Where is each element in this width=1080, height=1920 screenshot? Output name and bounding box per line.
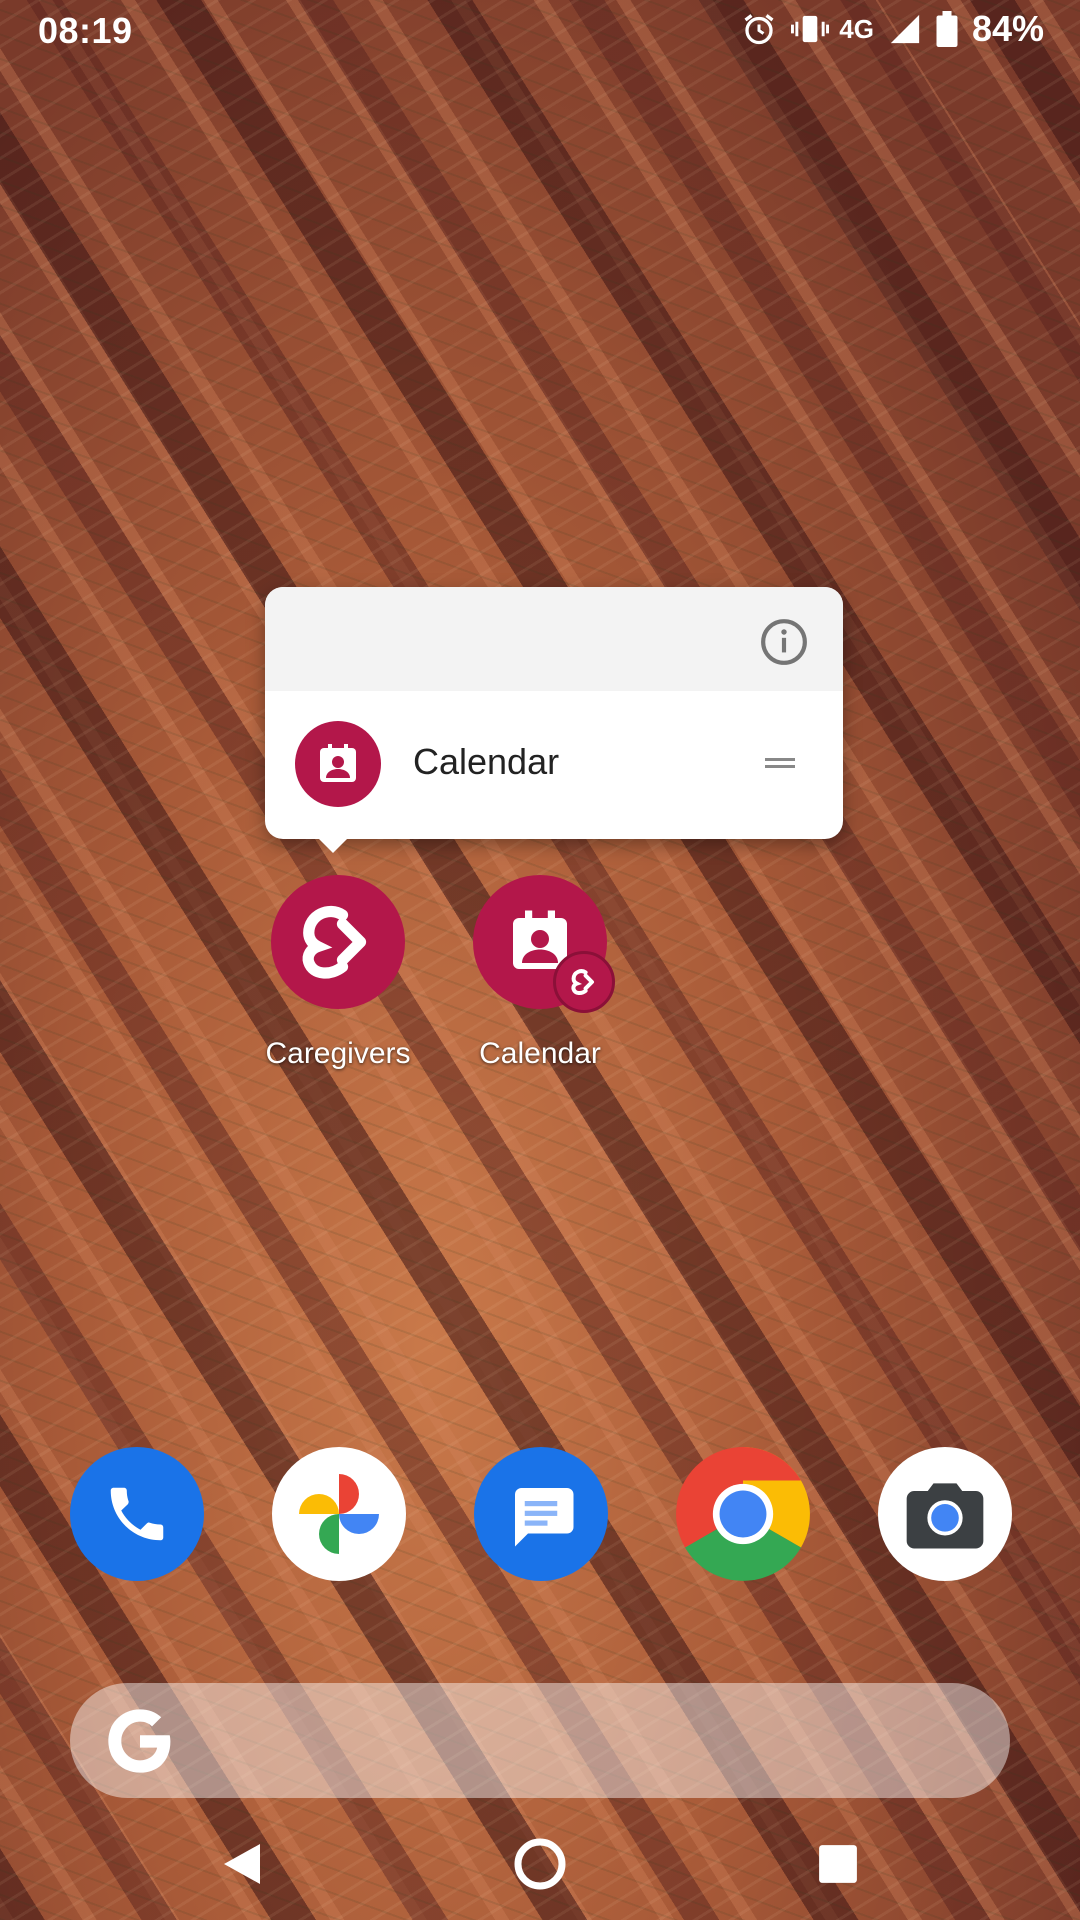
- recents-button[interactable]: [806, 1832, 870, 1896]
- shortcut-label: Calendar: [413, 741, 560, 782]
- home-button[interactable]: [508, 1832, 572, 1896]
- signal-icon: [890, 14, 920, 44]
- google-search-bar[interactable]: [70, 1683, 1010, 1798]
- app-caregivers[interactable]: Caregivers: [238, 875, 438, 1071]
- phone-icon[interactable]: [70, 1447, 204, 1581]
- camera-icon[interactable]: [878, 1447, 1012, 1581]
- status-time: 08:19: [38, 10, 133, 51]
- app-label: Caregivers: [265, 1037, 411, 1070]
- shortcut-popup: Calendar: [265, 587, 843, 853]
- alarm-icon: [744, 14, 774, 45]
- messages-icon[interactable]: [474, 1447, 608, 1581]
- back-button[interactable]: [210, 1832, 274, 1896]
- status-bar: 08:19 4G 84%: [0, 0, 1080, 64]
- app-calendar[interactable]: Calendar: [440, 875, 640, 1071]
- battery-icon: [936, 11, 958, 47]
- drag-handle-icon[interactable]: [765, 755, 795, 771]
- battery-percent: 84%: [971, 8, 1044, 49]
- calendar-icon: [473, 875, 615, 1013]
- caregivers-badge-icon: [553, 951, 615, 1013]
- popup-header: [265, 587, 843, 691]
- chrome-icon[interactable]: [676, 1447, 810, 1581]
- info-icon[interactable]: [759, 617, 809, 667]
- photos-icon[interactable]: [272, 1447, 406, 1581]
- network-type: 4G: [839, 13, 874, 44]
- popup-arrow: [319, 839, 347, 853]
- status-icons: 4G 84%: [741, 8, 1044, 50]
- caregivers-icon: [271, 875, 405, 1009]
- google-g-icon: [108, 1709, 171, 1773]
- app-label: Calendar: [479, 1037, 601, 1070]
- calendar-shortcut-icon: [295, 721, 381, 807]
- vibrate-icon: [791, 15, 830, 43]
- shortcut-calendar[interactable]: Calendar: [265, 691, 843, 839]
